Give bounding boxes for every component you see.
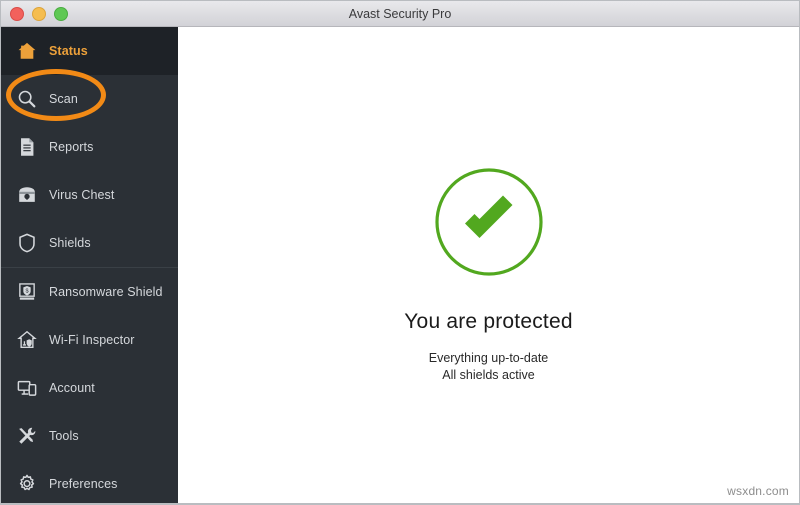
window-title: Avast Security Pro [348, 7, 452, 21]
sidebar-item-tools[interactable]: Tools [1, 412, 178, 460]
sidebar-item-virus-chest[interactable]: Virus Chest [1, 171, 178, 219]
gear-icon [15, 472, 39, 496]
magnifier-icon [15, 87, 39, 111]
chest-icon [15, 183, 39, 207]
sidebar-item-label: Wi-Fi Inspector [49, 333, 135, 347]
status-subtitle: Everything up-to-date All shields active [429, 350, 549, 384]
sidebar-item-label: Shields [49, 236, 91, 250]
sidebar-item-scan[interactable]: Scan [1, 75, 178, 123]
sidebar-item-preferences[interactable]: Preferences [1, 460, 178, 504]
svg-text:$: $ [25, 289, 28, 295]
sidebar-item-label: Status [49, 44, 88, 58]
ransomware-shield-icon: $ [15, 280, 39, 304]
home-icon [15, 39, 39, 63]
main-content: You are protected Everything up-to-date … [178, 27, 799, 504]
status-subtitle-line1: Everything up-to-date [428, 351, 549, 365]
app-window: Avast Security Pro Status Scan Reports V… [0, 0, 800, 505]
wifi-house-icon [15, 328, 39, 352]
document-icon [15, 135, 39, 159]
sidebar-item-label: Tools [49, 429, 79, 443]
sidebar-item-label: Account [49, 381, 95, 395]
sidebar-item-label: Reports [49, 140, 94, 154]
sidebar-item-reports[interactable]: Reports [1, 123, 178, 171]
devices-icon [15, 376, 39, 400]
sidebar-item-label: Scan [49, 92, 78, 106]
title-bar: Avast Security Pro [1, 1, 799, 27]
sidebar-item-account[interactable]: Account [1, 364, 178, 412]
sidebar: Status Scan Reports Virus Chest Shields … [1, 27, 178, 504]
status-title: You are protected [404, 310, 573, 333]
sidebar-item-status[interactable]: Status [1, 27, 178, 75]
shield-icon [15, 231, 39, 255]
watermark: wsxdn.com [727, 484, 789, 498]
sidebar-item-label: Preferences [49, 477, 118, 491]
green-check-circle-icon [434, 167, 544, 277]
status-subtitle-line2: All shields active [442, 368, 535, 382]
sidebar-item-label: Ransomware Shield [49, 285, 163, 299]
sidebar-item-ransomware-shield[interactable]: $ Ransomware Shield [1, 268, 178, 316]
sidebar-item-label: Virus Chest [49, 188, 115, 202]
tools-icon [15, 424, 39, 448]
sidebar-item-wifi-inspector[interactable]: Wi-Fi Inspector [1, 316, 178, 364]
sidebar-item-shields[interactable]: Shields [1, 219, 178, 267]
